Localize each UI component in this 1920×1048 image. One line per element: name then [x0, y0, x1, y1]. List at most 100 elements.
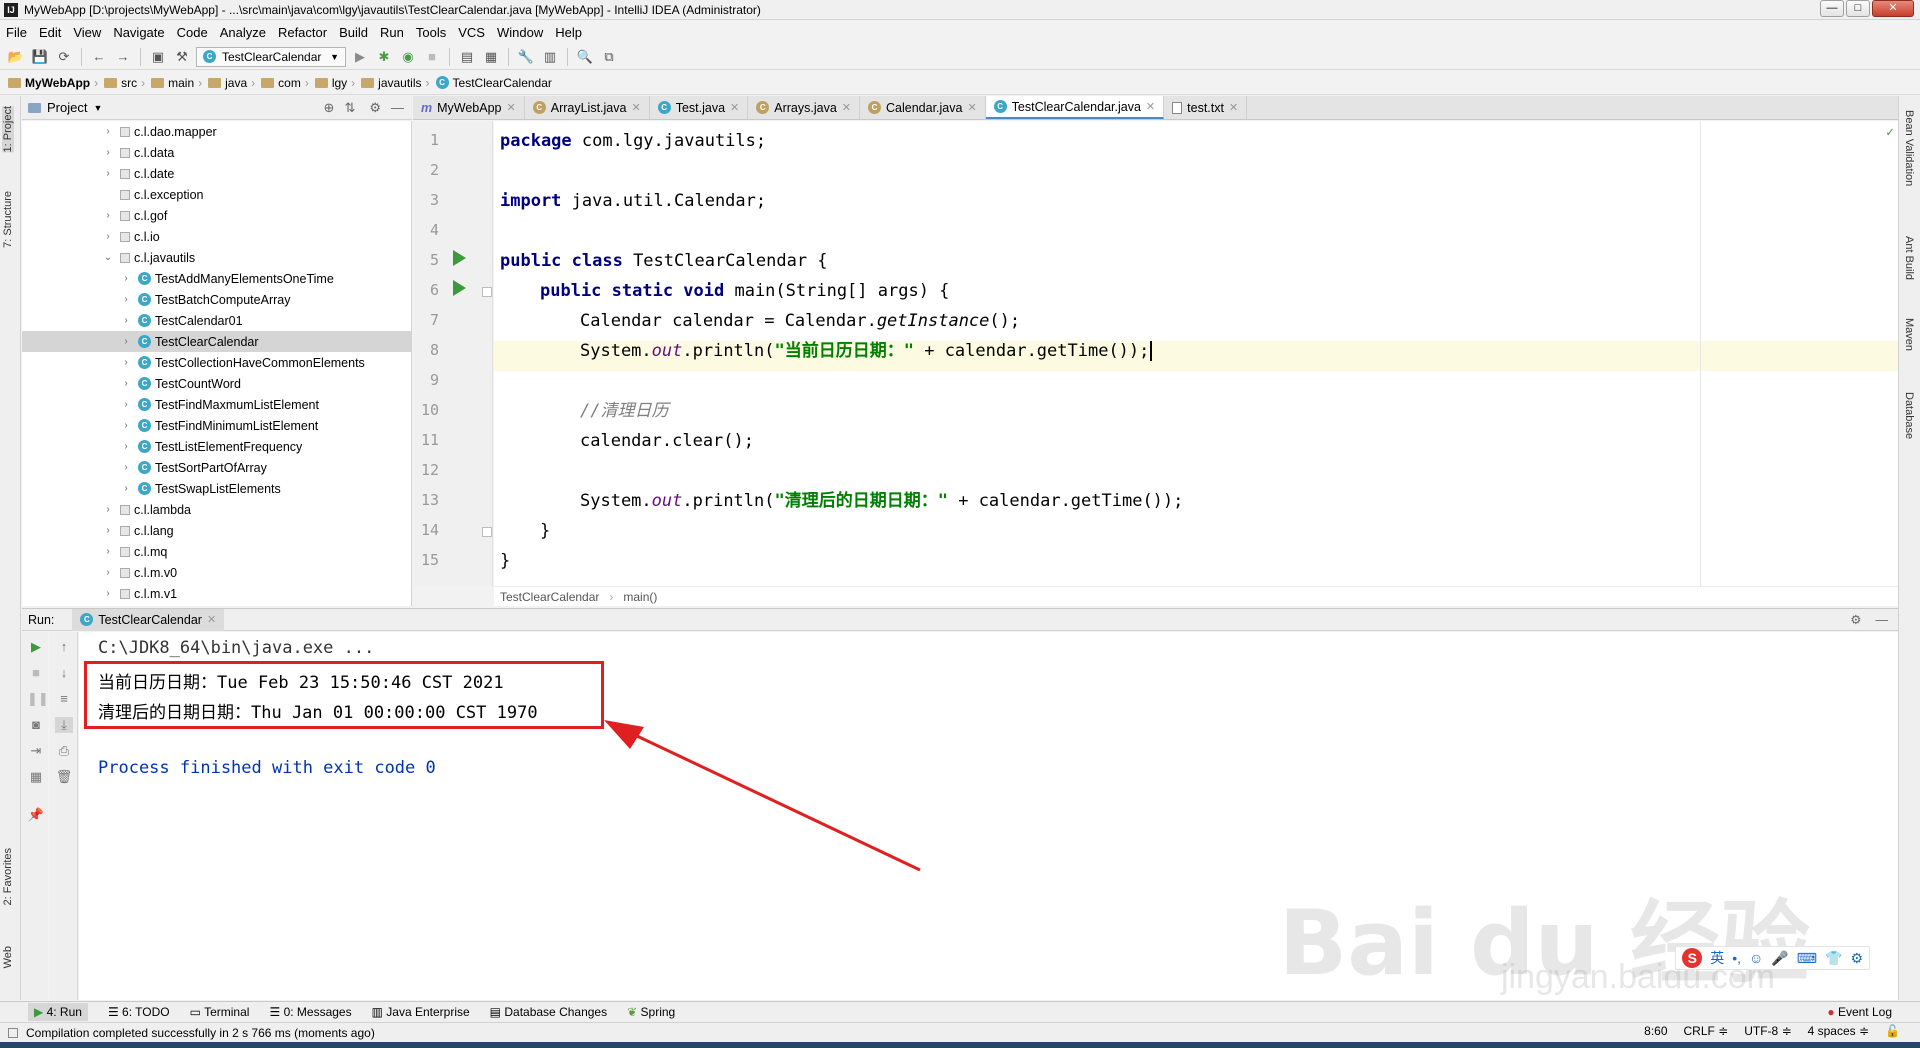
tree-package-item[interactable]: › c.l.io: [22, 226, 411, 247]
tree-class-item[interactable]: › C TestSortPartOfArray: [22, 457, 411, 478]
tree-class-item[interactable]: › C TestListElementFrequency: [22, 436, 411, 457]
chevron-right-icon[interactable]: ›: [120, 399, 132, 410]
breadcrumb-class[interactable]: C TestClearCalendar: [435, 76, 552, 90]
breadcrumb-main[interactable]: main: [151, 76, 194, 90]
trash-icon[interactable]: 🗑: [55, 769, 73, 785]
menu-navigate[interactable]: Navigate: [107, 25, 170, 40]
camera-icon[interactable]: ◙: [27, 717, 45, 732]
chevron-right-icon[interactable]: ›: [120, 315, 132, 326]
indent-setting[interactable]: 4 spaces ≑: [1808, 1024, 1869, 1038]
menu-vcs[interactable]: VCS: [452, 25, 491, 40]
close-icon[interactable]: ✕: [507, 101, 516, 114]
locate-icon[interactable]: ⊕: [324, 100, 335, 116]
search-icon[interactable]: 🔍: [575, 47, 595, 67]
tab-structure[interactable]: 7: Structure: [2, 191, 14, 248]
tab-terminal[interactable]: ▭ Terminal: [190, 1005, 250, 1019]
chevron-right-icon[interactable]: ›: [120, 357, 132, 368]
project-structure-icon[interactable]: ▤: [457, 47, 477, 67]
chevron-down-icon[interactable]: ⌄: [102, 252, 114, 263]
tab-test[interactable]: C Test.java ✕: [650, 96, 749, 119]
close-button[interactable]: ✕: [1872, 0, 1914, 17]
tree-package-item[interactable]: › c.l.date: [22, 163, 411, 184]
tab-arrays[interactable]: C Arrays.java ✕: [748, 96, 860, 119]
chevron-right-icon[interactable]: ›: [102, 168, 114, 179]
keyboard-icon[interactable]: ⌨: [1797, 950, 1817, 967]
tab-project[interactable]: 1: Project: [2, 106, 14, 153]
inspection-ok-icon[interactable]: ✓: [1886, 125, 1894, 140]
gear-icon[interactable]: ⚙: [369, 100, 381, 116]
tree-package-item[interactable]: › c.l.m.v1: [22, 583, 411, 604]
tree-package-item[interactable]: › c.l.lambda: [22, 499, 411, 520]
chevron-right-icon[interactable]: ›: [102, 546, 114, 557]
menu-refactor[interactable]: Refactor: [272, 25, 333, 40]
tab-bean-validation[interactable]: Bean Validation: [1903, 110, 1915, 186]
chevron-right-icon[interactable]: ›: [120, 273, 132, 284]
skin-icon[interactable]: 👕: [1825, 950, 1842, 967]
close-icon[interactable]: ✕: [967, 101, 976, 114]
tree-package-item[interactable]: c.l.exception: [22, 184, 411, 205]
editor-breadcrumb-class[interactable]: TestClearCalendar: [500, 590, 599, 604]
vcs-icon[interactable]: ⧉: [599, 47, 619, 67]
chevron-right-icon[interactable]: ›: [120, 420, 132, 431]
ime-language[interactable]: 英: [1710, 948, 1724, 968]
menu-help[interactable]: Help: [549, 25, 588, 40]
down-arrow-icon[interactable]: ↓: [55, 665, 73, 680]
tree-class-item[interactable]: › C TestCountWord: [22, 373, 411, 394]
menu-build[interactable]: Build: [333, 25, 374, 40]
pause-icon[interactable]: ❚❚: [27, 691, 49, 707]
soft-wrap-icon[interactable]: ≡: [55, 691, 73, 706]
print-icon[interactable]: ⎙: [55, 743, 73, 759]
tree-package-item[interactable]: › c.l.dao.mapper: [22, 121, 411, 142]
close-icon[interactable]: ✕: [1146, 100, 1155, 113]
status-message[interactable]: Compilation completed successfully in 2 …: [26, 1026, 375, 1040]
run-tab[interactable]: C TestClearCalendar ✕: [72, 608, 225, 631]
breadcrumb-lgy[interactable]: lgy: [314, 76, 347, 90]
tree-class-item[interactable]: › C TestCalendar01: [22, 310, 411, 331]
gear-icon[interactable]: ⚙: [1850, 612, 1861, 627]
build-icon[interactable]: ▣: [148, 47, 168, 67]
run-gutter-icon[interactable]: [453, 250, 466, 266]
rerun-icon[interactable]: ▶: [27, 639, 45, 655]
fold-icon[interactable]: [482, 287, 492, 297]
tab-todo[interactable]: ☰ 6: TODO: [108, 1005, 170, 1019]
hide-icon[interactable]: —: [391, 100, 404, 115]
layout-icon[interactable]: ▦: [27, 769, 45, 785]
chevron-right-icon[interactable]: ›: [120, 294, 132, 305]
pin-icon[interactable]: 📌: [27, 807, 45, 823]
tree-class-item[interactable]: › C TestClearCalendar: [22, 331, 411, 352]
chevron-right-icon[interactable]: ›: [120, 336, 132, 347]
tree-package-item[interactable]: › c.l.lang: [22, 520, 411, 541]
close-icon[interactable]: ✕: [207, 613, 216, 626]
editor-breadcrumb-method[interactable]: main(): [623, 590, 657, 604]
wrench-icon[interactable]: 🔧: [516, 47, 536, 67]
tab-run[interactable]: ▶ 4: Run: [28, 1003, 88, 1021]
chevron-right-icon[interactable]: ›: [102, 210, 114, 221]
mic-icon[interactable]: 🎤: [1771, 950, 1788, 967]
tab-java-enterprise[interactable]: ▥ Java Enterprise: [372, 1005, 470, 1019]
emoji-icon[interactable]: ☺: [1749, 950, 1763, 966]
minimize-button[interactable]: —: [1820, 0, 1844, 17]
tab-event-log[interactable]: ● Event Log: [1827, 1005, 1892, 1019]
tab-database[interactable]: Database: [1903, 392, 1915, 439]
tab-testclearcalendar[interactable]: C TestClearCalendar.java ✕: [985, 96, 1165, 119]
hammer-icon[interactable]: ⚒: [172, 47, 192, 67]
breadcrumb-src[interactable]: src: [104, 76, 137, 90]
status-toggle-icon[interactable]: [8, 1027, 18, 1038]
chevron-right-icon[interactable]: ›: [102, 525, 114, 536]
caret-position[interactable]: 8:60: [1644, 1024, 1667, 1038]
tree-package-item[interactable]: › c.l.m.v0: [22, 562, 411, 583]
menu-edit[interactable]: Edit: [33, 25, 67, 40]
chevron-right-icon[interactable]: ›: [120, 441, 132, 452]
menu-code[interactable]: Code: [171, 25, 214, 40]
run-configuration-select[interactable]: C TestClearCalendar ▼: [196, 46, 346, 67]
close-icon[interactable]: ✕: [631, 101, 640, 114]
tab-calendar[interactable]: C Calendar.java ✕: [860, 96, 986, 119]
chevron-right-icon[interactable]: ›: [102, 231, 114, 242]
stop-icon[interactable]: ■: [422, 47, 442, 67]
tree-class-item[interactable]: › C TestAddManyElementsOneTime: [22, 268, 411, 289]
tree-package-item[interactable]: › c.l.gof: [22, 205, 411, 226]
chevron-down-icon[interactable]: ▼: [93, 103, 102, 113]
tree-package-item[interactable]: ⌄ c.l.javautils: [22, 247, 411, 268]
tab-database-changes[interactable]: ▤ Database Changes: [490, 1005, 607, 1019]
back-icon[interactable]: ←: [89, 47, 109, 67]
